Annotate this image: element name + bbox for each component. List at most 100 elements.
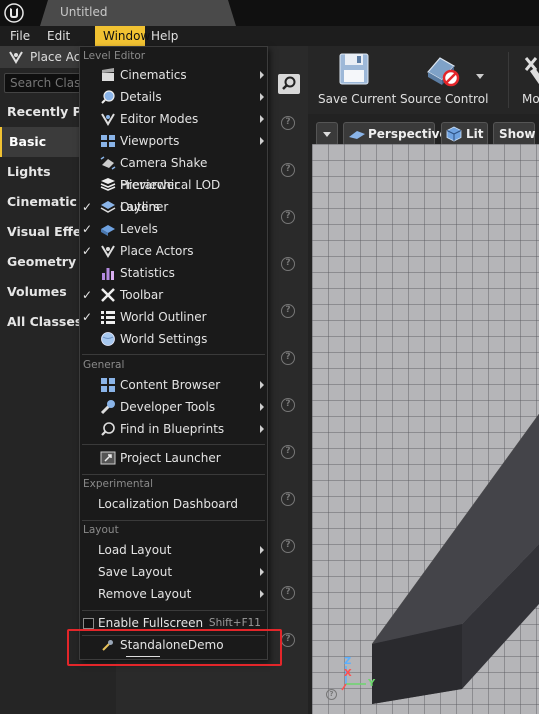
help-icon[interactable]: ? xyxy=(281,539,295,553)
viewport-scene xyxy=(371,413,539,704)
help-icon[interactable]: ? xyxy=(326,689,337,700)
menu-separator xyxy=(82,610,265,611)
menu-item-label: Remove Layout xyxy=(98,587,192,601)
save-current-button[interactable]: Save Current xyxy=(316,46,396,114)
menu-item-cinematics[interactable]: Cinematics xyxy=(80,64,267,86)
lit-button[interactable]: Lit xyxy=(441,122,488,146)
menu-item-label: Cinematics xyxy=(120,68,187,82)
world-settings-icon xyxy=(101,332,115,346)
perspective-button[interactable]: Perspective xyxy=(343,122,448,146)
menu-item-save-layout[interactable]: Save Layout xyxy=(80,561,267,583)
save-current-label: Save Current xyxy=(318,92,397,106)
fullscreen-checkbox[interactable] xyxy=(83,618,94,629)
show-button[interactable]: Show xyxy=(493,122,536,146)
shortcut-label: Shift+F11 xyxy=(208,617,261,629)
menu-item-find-in-blueprints[interactable]: Find in Blueprints xyxy=(80,418,267,440)
menu-item-localization-dashboard[interactable]: Localization Dashboard xyxy=(80,493,267,515)
menu-item-project-launcher[interactable]: Project Launcher xyxy=(80,447,267,469)
menu-item-levels[interactable]: ✓ Levels xyxy=(80,218,267,240)
window-menu-dropdown: Level Editor Cinematics Details Editor M… xyxy=(79,46,268,660)
hlod-icon xyxy=(100,178,116,191)
help-icon[interactable]: ? xyxy=(281,351,295,365)
axis-x-label: X xyxy=(344,668,352,679)
submenu-arrow-icon xyxy=(260,93,264,101)
section-experimental: Experimental xyxy=(83,478,154,490)
source-control-button[interactable]: Source Control xyxy=(398,46,490,114)
menu-item-toolbar[interactable]: ✓ Toolbar xyxy=(80,284,267,306)
level-viewport[interactable] xyxy=(312,144,539,714)
modes-button[interactable]: Mo xyxy=(518,46,539,114)
check-icon: ✓ xyxy=(82,310,93,324)
menu-item-world-outliner[interactable]: ✓ World Outliner xyxy=(80,306,267,328)
clapper-icon xyxy=(102,68,114,81)
menu-window[interactable]: Window xyxy=(95,26,150,46)
menu-item-label: Content Browser xyxy=(120,378,221,392)
help-icon[interactable]: ? xyxy=(281,586,295,600)
main-toolbar: Save Current Source Control Mo xyxy=(308,46,539,114)
viewport-options-button[interactable] xyxy=(316,122,338,146)
help-icon[interactable]: ? xyxy=(281,257,295,271)
source-control-label: Source Control xyxy=(400,92,489,106)
menu-item-label: World Settings xyxy=(120,332,208,346)
camera-shake-icon xyxy=(100,156,116,170)
help-icon[interactable]: ? xyxy=(281,492,295,506)
chevron-down-icon[interactable] xyxy=(476,74,484,79)
help-icon[interactable]: ? xyxy=(281,304,295,318)
menu-item-enable-fullscreen[interactable]: Enable Fullscreen Shift+F11 xyxy=(80,612,267,634)
menu-item-layers[interactable]: ✓ Layers xyxy=(80,196,267,218)
submenu-arrow-icon xyxy=(260,403,264,411)
document-tab[interactable]: Untitled xyxy=(40,0,236,26)
standalone-demo-underline xyxy=(126,656,160,657)
menu-item-camera-shake-previewer[interactable]: Camera Shake Previewer xyxy=(80,152,267,192)
menu-item-details[interactable]: Details xyxy=(80,86,267,108)
menu-separator xyxy=(82,474,265,475)
help-icon[interactable]: ? xyxy=(281,398,295,412)
menu-edit[interactable]: Edit xyxy=(39,26,78,46)
menu-item-load-layout[interactable]: Load Layout xyxy=(80,539,267,561)
help-icon[interactable]: ? xyxy=(281,163,295,177)
section-level-editor: Level Editor xyxy=(83,50,146,62)
section-general: General xyxy=(83,359,125,371)
menu-item-label: Place Actors xyxy=(120,244,194,258)
document-tab-title: Untitled xyxy=(60,5,108,19)
help-icon[interactable]: ? xyxy=(281,633,295,647)
statistics-icon xyxy=(102,268,114,280)
axis-z-label: Z xyxy=(344,656,352,667)
menu-item-place-actors[interactable]: ✓ Place Actors xyxy=(80,240,267,262)
menu-file[interactable]: File xyxy=(2,26,38,46)
modes-label: Mo xyxy=(522,92,539,106)
check-icon: ✓ xyxy=(82,244,93,258)
menu-help[interactable]: Help xyxy=(143,26,186,46)
menu-item-statistics[interactable]: Statistics xyxy=(80,262,267,284)
layers-icon xyxy=(100,201,116,213)
menu-separator xyxy=(82,444,265,445)
submenu-arrow-icon xyxy=(260,546,264,554)
help-icon[interactable]: ? xyxy=(281,445,295,459)
place-actors-icon xyxy=(101,245,115,258)
viewports-icon xyxy=(101,135,115,147)
menu-item-developer-tools[interactable]: Developer Tools xyxy=(80,396,267,418)
menu-item-content-browser[interactable]: Content Browser xyxy=(80,374,267,396)
axis-y-label: Y xyxy=(368,678,376,689)
modes-icon xyxy=(101,113,115,126)
source-control-icon xyxy=(427,57,460,87)
toolbar-icon xyxy=(101,288,115,302)
lit-cube-icon xyxy=(446,126,462,142)
help-icon[interactable]: ? xyxy=(281,210,295,224)
menu-item-editor-modes[interactable]: Editor Modes xyxy=(80,108,267,130)
check-icon: ✓ xyxy=(82,222,93,236)
magnifier-icon xyxy=(101,90,115,104)
menu-item-label: Load Layout xyxy=(98,543,172,557)
help-icon[interactable]: ? xyxy=(281,116,295,130)
developer-tools-icon xyxy=(100,400,115,415)
menu-item-hlod-outliner[interactable]: Hierarchical LOD Outliner xyxy=(80,174,267,214)
menu-item-world-settings[interactable]: World Settings xyxy=(80,328,267,350)
search-button[interactable] xyxy=(278,74,300,94)
find-blueprints-icon xyxy=(101,422,115,436)
menu-item-viewports[interactable]: Viewports xyxy=(80,130,267,152)
section-layout: Layout xyxy=(83,524,119,536)
menu-item-remove-layout[interactable]: Remove Layout xyxy=(80,583,267,605)
menu-item-standalone-demo[interactable]: StandaloneDemo xyxy=(80,634,267,656)
unreal-logo-icon[interactable] xyxy=(4,3,24,23)
menu-separator xyxy=(82,520,265,521)
